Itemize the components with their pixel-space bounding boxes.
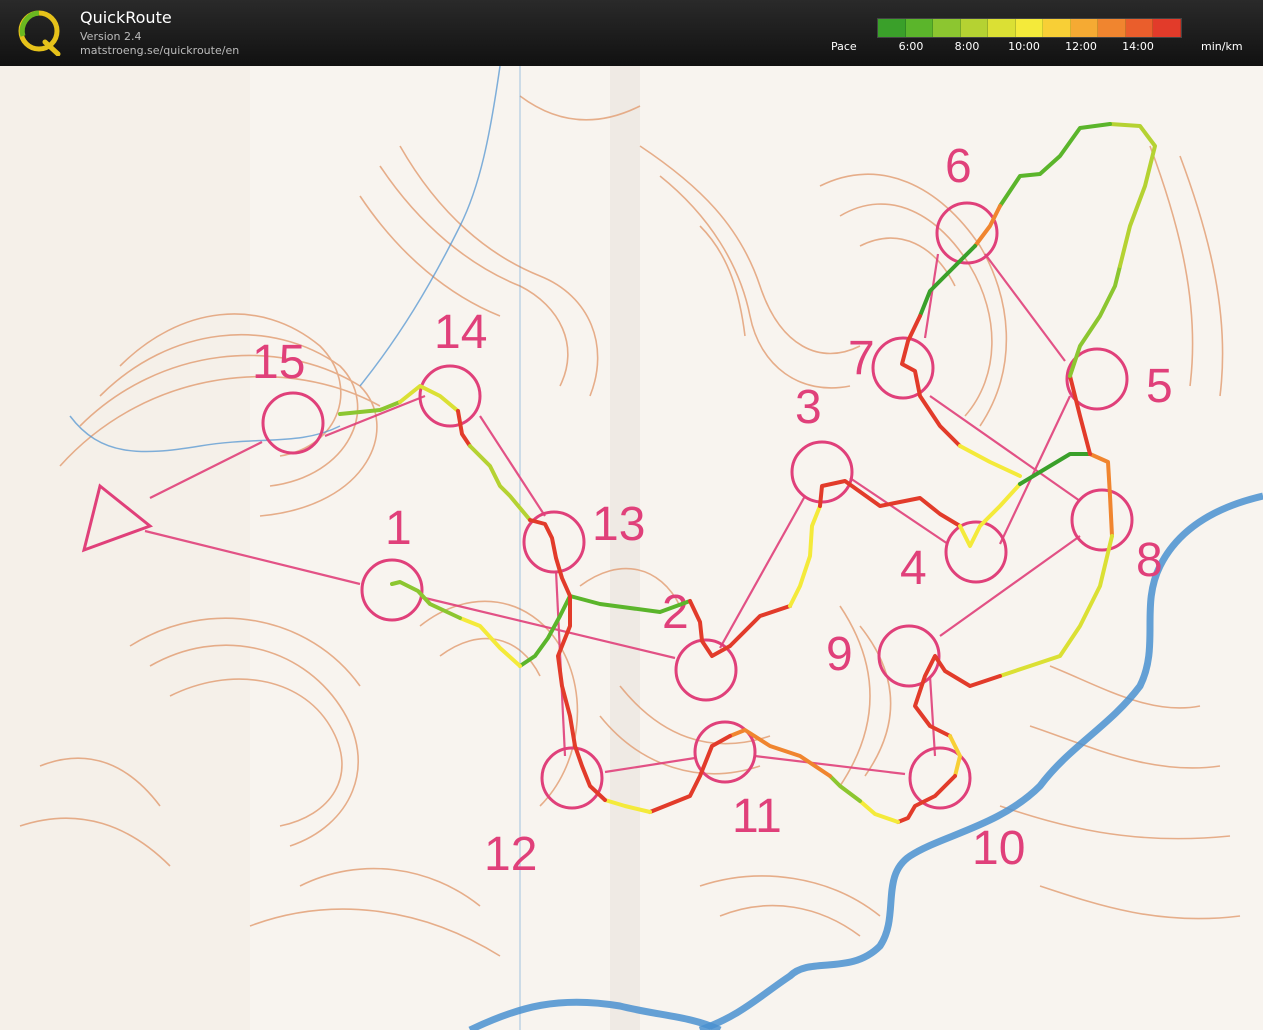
- pace-scale-segment: [1015, 19, 1044, 37]
- app-version: Version 2.4: [80, 30, 142, 43]
- control-number: 15: [252, 336, 305, 389]
- control-number: 14: [434, 306, 487, 359]
- map-canvas: 1 2 3 4 5 6 7 8 9 10 11 12 13 14 15: [0, 66, 1263, 1030]
- control-number: 1: [385, 502, 412, 555]
- control-number: 7: [848, 332, 875, 385]
- quickroute-logo-icon: [18, 10, 61, 56]
- control-number: 12: [484, 828, 537, 881]
- control-number: 13: [592, 498, 645, 551]
- pace-tick: 8:00: [954, 40, 980, 53]
- pace-label: Pace: [831, 40, 857, 53]
- pace-tick: 6:00: [898, 40, 924, 53]
- pace-scale-segment: [1098, 19, 1126, 37]
- control-number: 11: [732, 790, 782, 843]
- pace-tick: 10:00: [1008, 40, 1040, 53]
- pace-scale-segment: [933, 19, 961, 37]
- pace-tick: 12:00: [1065, 40, 1097, 53]
- pace-color-scale: [877, 18, 1182, 38]
- pace-scale-segment: [878, 19, 906, 37]
- app-url: matstroeng.se/quickroute/en: [80, 44, 240, 57]
- orienteering-map[interactable]: 1 2 3 4 5 6 7 8 9 10 11 12 13 14 15: [0, 66, 1263, 1030]
- pace-scale-segment: [1043, 19, 1071, 37]
- control-number: 6: [945, 140, 972, 193]
- control-number: 3: [795, 381, 822, 434]
- pace-tick: 14:00: [1122, 40, 1154, 53]
- control-number: 4: [900, 542, 927, 595]
- app-title: QuickRoute: [80, 8, 172, 27]
- pace-scale-segment: [1070, 19, 1099, 37]
- pace-scale-segment: [988, 19, 1016, 37]
- pace-scale-segment: [1153, 19, 1182, 37]
- control-number: 2: [662, 586, 689, 639]
- app-header: QuickRoute Version 2.4 matstroeng.se/qui…: [0, 0, 1263, 66]
- control-number: 10: [972, 822, 1025, 875]
- pace-scale-segment: [960, 19, 989, 37]
- pace-scale-segment: [1125, 19, 1154, 37]
- control-number: 8: [1136, 534, 1163, 587]
- pace-unit-label: min/km: [1201, 40, 1243, 53]
- control-number: 5: [1146, 360, 1173, 413]
- pace-scale-segment: [905, 19, 934, 37]
- control-number: 9: [826, 628, 853, 681]
